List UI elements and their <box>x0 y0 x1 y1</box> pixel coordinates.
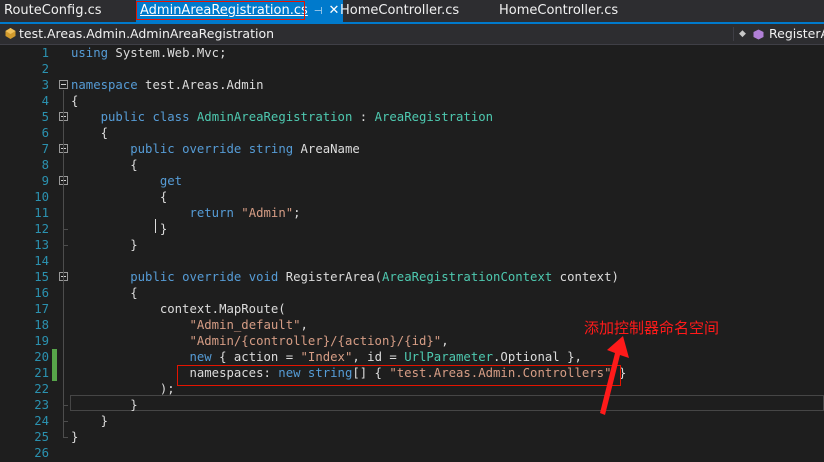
code-line[interactable]: 23 } <box>0 397 824 413</box>
code-line[interactable]: 2 <box>0 61 824 77</box>
line-number: 21 <box>34 366 49 380</box>
code-line[interactable]: 16 { <box>0 285 824 301</box>
code-text: { <box>71 190 168 204</box>
code-line[interactable]: 7 public override string AreaName <box>0 141 824 157</box>
code-line[interactable]: 14 <box>0 253 824 269</box>
document-tab-bar: RouteConfig.cs AdminAreaRegistration.cs ⊣… <box>0 0 824 22</box>
nav-separator <box>733 27 734 41</box>
code-line[interactable]: 26 <box>0 445 824 461</box>
line-number: 15 <box>34 270 49 284</box>
line-number: 17 <box>34 302 49 316</box>
active-tab-highlight-box <box>136 1 305 20</box>
code-text: get <box>159 174 183 188</box>
close-icon[interactable]: ✕ <box>329 3 340 18</box>
outline-guide-end <box>63 405 68 406</box>
outline-guide-end <box>63 421 68 422</box>
tab-homecontroller-2[interactable]: HomeController.cs <box>499 0 618 22</box>
code-text: } <box>71 238 138 252</box>
line-number: 3 <box>41 78 49 92</box>
code-line[interactable]: 15 public override void RegisterArea(Are… <box>0 269 824 285</box>
code-line[interactable]: 17 context.MapRoute( <box>0 301 824 317</box>
navigation-bar: test.Areas.Admin.AdminAreaRegistration ◆… <box>0 24 824 45</box>
code-text: using System.Web.Mvc; <box>71 46 227 60</box>
line-number: 22 <box>34 382 49 396</box>
code-text: return "Admin"; <box>189 206 301 220</box>
line-number: 12 <box>34 222 49 236</box>
line-number: 8 <box>41 158 49 172</box>
tab-homecontroller-1[interactable]: HomeController.cs <box>340 0 459 22</box>
code-text: } <box>71 398 138 412</box>
code-line[interactable]: 6 { <box>0 125 824 141</box>
code-text: public override void RegisterArea(AreaRe… <box>130 270 619 284</box>
type-dropdown[interactable]: test.Areas.Admin.AdminAreaRegistration <box>19 24 274 44</box>
line-number: 18 <box>34 318 49 332</box>
tab-label: HomeController.cs <box>340 3 460 18</box>
namespaces-highlight-box <box>177 365 621 386</box>
line-number: 10 <box>34 190 49 204</box>
line-number: 7 <box>41 142 49 156</box>
red-arrow-icon <box>600 336 629 415</box>
outline-guide-end <box>63 245 68 246</box>
line-number: 20 <box>34 350 49 364</box>
dropdown-arrow-icon[interactable]: ◆ <box>739 24 746 44</box>
line-number: 16 <box>34 286 49 300</box>
code-editor[interactable]: 1 using System.Web.Mvc; 2 3 namespace test.A… <box>0 45 824 462</box>
code-line[interactable]: 8 { <box>0 157 824 173</box>
code-text: } <box>71 414 109 428</box>
code-line[interactable]: 4{ <box>0 93 824 109</box>
code-line[interactable]: 11 return "Admin"; <box>0 205 824 221</box>
code-text: namespace test.Areas.Admin <box>71 78 264 92</box>
outline-guide <box>63 186 64 229</box>
outline-guide-end <box>63 437 68 438</box>
code-line[interactable]: 3 namespace test.Areas.Admin <box>0 77 824 93</box>
code-text: "Admin/{controller}/{action}/{id}", <box>189 334 449 348</box>
code-line[interactable]: 13 } <box>0 237 824 253</box>
code-line[interactable]: 1 using System.Web.Mvc; <box>0 45 824 61</box>
line-number: 26 <box>34 446 49 460</box>
code-text: public class AdminAreaRegistration : Are… <box>100 110 494 124</box>
collapse-icon[interactable] <box>59 80 68 89</box>
code-text: { <box>71 158 138 172</box>
class-icon <box>5 28 16 39</box>
line-number: 5 <box>41 110 49 124</box>
code-text: new { action = "Index", id = UrlParamete… <box>189 350 582 364</box>
line-number: 25 <box>34 430 49 444</box>
code-line[interactable]: 24 } <box>0 413 824 429</box>
line-number: 9 <box>41 174 49 188</box>
line-number: 13 <box>34 238 49 252</box>
code-text: { <box>71 94 79 108</box>
tab-label: RouteConfig.cs <box>4 3 102 18</box>
code-text: } <box>71 222 168 236</box>
tab-routeconfig[interactable]: RouteConfig.cs <box>4 0 102 22</box>
line-number: 4 <box>41 94 49 108</box>
line-number: 23 <box>34 398 49 412</box>
code-text: "Admin_default", <box>189 318 308 332</box>
method-icon <box>753 29 764 40</box>
outline-guide-end <box>63 229 68 230</box>
code-text: { <box>71 286 138 300</box>
code-line[interactable]: 5 public class AdminAreaRegistration : A… <box>0 109 824 125</box>
code-text: ); <box>71 382 175 396</box>
line-number: 6 <box>41 126 49 140</box>
member-dropdown[interactable]: RegisterA <box>769 24 824 44</box>
pin-icon[interactable]: ⊣ <box>314 6 323 17</box>
code-line[interactable]: 25} <box>0 429 824 445</box>
code-line[interactable]: 9 get <box>0 173 824 189</box>
line-number: 2 <box>41 62 49 76</box>
code-text: { <box>71 126 109 140</box>
change-marker <box>52 349 57 381</box>
line-number: 1 <box>41 46 49 60</box>
line-number: 11 <box>34 206 49 220</box>
code-line[interactable]: 20 new { action = "Index", id = UrlParam… <box>0 349 824 365</box>
code-text: context.MapRoute( <box>71 302 286 316</box>
line-number: 14 <box>34 254 49 268</box>
tab-label: HomeController.cs <box>499 3 619 18</box>
code-line[interactable]: 12 } <box>0 221 824 237</box>
code-text: } <box>71 430 79 444</box>
line-number: 24 <box>34 414 49 428</box>
outline-guide <box>63 282 64 405</box>
code-text: public override string AreaName <box>130 142 360 156</box>
line-number: 19 <box>34 334 49 348</box>
code-line[interactable]: 10 { <box>0 189 824 205</box>
